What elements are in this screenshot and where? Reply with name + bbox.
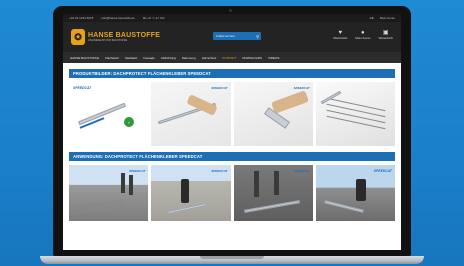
section-title-application: ANWENDUNG: DACHPROTECT FLÄCHENKLEBER SPE… (69, 152, 395, 161)
logo[interactable]: HANSE BAUSTOFFE ONLINESHOP FÜR BAUSTOFFE (88, 32, 160, 43)
speedcat-logo: SPEEDCAT (373, 169, 392, 173)
product-image-nozzle[interactable]: SPEEDCAT (233, 82, 313, 146)
applicator-bar (78, 102, 126, 126)
logo-icon[interactable]: ✪ (71, 29, 85, 45)
laptop-frame: +49 40 1234 5678 info@hanse-baustoffe.de… (53, 6, 411, 256)
nav-item-holzschutz[interactable]: Holzschutz (199, 56, 220, 60)
search-icon[interactable]: ⚲ (256, 34, 259, 39)
product-image-hand-trigger[interactable]: SPEEDCAT (151, 82, 231, 146)
wishlist-button[interactable]: ♥ Merkzettel (333, 30, 347, 40)
nav-item-steildach[interactable]: Steildach (122, 56, 140, 60)
logo-subtitle: ONLINESHOP FÜR BAUSTOFFE (88, 38, 128, 42)
camera-dot (229, 9, 232, 12)
hours-text: Mo–Fr 7–17 Uhr (142, 16, 165, 20)
worker-leg (121, 173, 125, 193)
wishlist-label: Merkzettel (333, 36, 348, 40)
nav-item-daemmung[interactable]: Dämmung (179, 56, 199, 60)
nav-item-abdichtung[interactable]: Abdichtung (158, 56, 179, 60)
worker-leg (273, 171, 279, 195)
laptop-notch (200, 256, 264, 259)
account-button[interactable]: ● Mein Konto (355, 30, 370, 40)
speedcat-logo: SPEEDCAT (293, 169, 310, 173)
application-image-roof-4[interactable]: SPEEDCAT (315, 165, 395, 221)
product-image-gallery: SPEEDCAT ✓ SPEEDCAT SPEEDCAT (69, 82, 395, 146)
speedcat-logo: SPEEDCAT (73, 86, 92, 90)
application-image-gallery: SPEEDCAT SPEEDCAT SPEEDCAT SPEEDCAT (69, 165, 395, 221)
tine-image (75, 205, 125, 214)
nav-item-kontakt[interactable]: KONTAKT (219, 56, 239, 60)
application-image-roof-2[interactable]: SPEEDCAT (151, 165, 231, 221)
worker-leg (253, 171, 259, 197)
worker-image (181, 179, 190, 203)
email-text[interactable]: info@hanse-baustoffe.de (101, 16, 135, 20)
speedcat-logo: SPEEDCAT (211, 86, 228, 90)
product-image-tines[interactable] (315, 82, 395, 146)
site-header: ✪ HANSE BAUSTOFFE ONLINESHOP FÜR BAUSTOF… (63, 22, 401, 52)
search-placeholder: Artikel suchen (216, 34, 235, 38)
speedcat-logo: SPEEDCAT (293, 86, 310, 90)
nav-item-videos[interactable]: VIDEOS (265, 56, 282, 60)
search-input[interactable]: Artikel suchen ⚲ (213, 32, 261, 40)
nav-item-fassade[interactable]: Fassade (140, 56, 158, 60)
cart-label: Warenkorb (378, 36, 393, 40)
speedcat-logo: SPEEDCAT (129, 169, 146, 173)
speedcat-logo: SPEEDCAT (211, 169, 228, 173)
browser-screen: +49 40 1234 5678 info@hanse-baustoffe.de… (63, 14, 401, 250)
quality-seal-icon: ✓ (123, 116, 135, 128)
account-label: Mein Konto (355, 36, 371, 40)
applicator-bar (320, 90, 342, 105)
nav-item-flachdach[interactable]: Flachdach (102, 56, 122, 60)
product-image-tool[interactable]: SPEEDCAT ✓ (69, 82, 149, 146)
cart-button[interactable]: ▣ Warenkorb (378, 30, 393, 40)
hand-image (270, 90, 309, 114)
main-navigation: HANSE BAUSTOFFE Flachdach Steildach Fass… (63, 52, 401, 63)
tine-image (326, 115, 386, 130)
applicator-bar (167, 202, 208, 215)
language-switch[interactable]: DE (370, 16, 374, 20)
application-image-roof-1[interactable]: SPEEDCAT (69, 165, 149, 221)
top-info-bar: +49 40 1234 5678 info@hanse-baustoffe.de… (63, 14, 401, 22)
logo-name: HANSE BAUSTOFFE (88, 31, 161, 39)
worker-image (355, 179, 366, 201)
section-title-product-images: PRODUKTBILDER: DACHPROTECT FLÄCHENKLEBER… (69, 69, 395, 78)
account-link[interactable]: Mein Konto (380, 16, 395, 20)
applicator-bar (243, 200, 300, 213)
application-image-roof-3[interactable]: SPEEDCAT (233, 165, 313, 221)
nav-item-downloads[interactable]: DOWNLOADS (239, 56, 265, 60)
phone-text[interactable]: +49 40 1234 5678 (69, 16, 93, 20)
worker-leg (129, 175, 133, 195)
header-icons: ♥ Merkzettel ● Mein Konto ▣ Warenkorb (333, 30, 393, 40)
nav-item-home[interactable]: HANSE BAUSTOFFE (67, 56, 102, 60)
applicator-bar (323, 200, 364, 213)
